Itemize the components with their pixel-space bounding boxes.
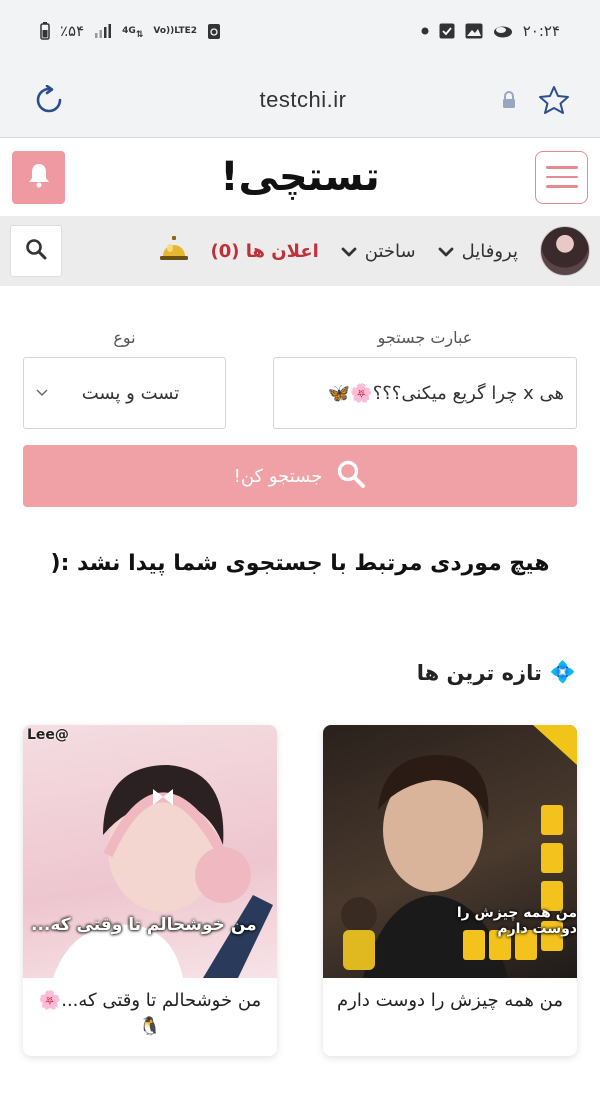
query-label: عبارت جستجو xyxy=(377,328,473,347)
query-field: عبارت جستجو هی x چرا گریع میکنی؟؟؟🌸🦋 xyxy=(273,328,577,429)
reload-icon[interactable] xyxy=(34,84,64,115)
image-caption: من خوشحالم تا وقتی که... xyxy=(31,915,257,935)
search-button[interactable] xyxy=(10,225,62,277)
search-input[interactable]: هی x چرا گریع میکنی؟؟؟🌸🦋 xyxy=(273,357,577,429)
volte-label: Vo)) xyxy=(153,25,175,36)
image-caption: من همه چیزش را دوست دارم xyxy=(456,905,577,937)
recycle-icon xyxy=(207,22,221,40)
fresh-title-label: تازه ترین ها xyxy=(416,660,542,685)
fresh-cards: من همه چیزش را دوست دارم من همه چیزش را … xyxy=(0,725,600,1056)
image-watermark: @Lee xyxy=(27,727,69,743)
bell-icon xyxy=(27,162,51,192)
chevron-down-icon xyxy=(341,241,357,262)
post-card-title: من خوشحالم تا وقتی که...🌸🐧 xyxy=(38,990,262,1037)
type-label: نوع xyxy=(113,328,136,347)
chevron-down-icon xyxy=(36,386,48,401)
search-form: عبارت جستجو هی x چرا گریع میکنی؟؟؟🌸🦋 نوع… xyxy=(0,286,600,576)
portrait-illustration xyxy=(341,725,577,978)
battery-percent: ٪۵۴ xyxy=(60,22,85,40)
diamond-icon: 💠 xyxy=(549,660,576,684)
signal-icon xyxy=(94,23,112,39)
menu-line xyxy=(545,175,578,179)
nav-notifications[interactable]: اعلان ها (0) xyxy=(211,241,319,262)
avatar[interactable] xyxy=(540,226,590,276)
post-card-image: @Lee من خوشحالم تا وقتی که... xyxy=(23,725,277,978)
nav-create-label: ساختن xyxy=(364,240,416,262)
lock-icon[interactable] xyxy=(502,90,516,109)
status-bar: ٪۵۴ 4G ⇅ Vo)) LTE2 ۲۰:۲۴ xyxy=(0,0,600,62)
nav-bar: اعلان ها (0) ساختن پروفایل xyxy=(0,216,600,286)
gallery-icon xyxy=(465,23,483,39)
hamburger-menu-button[interactable] xyxy=(535,150,588,204)
post-card-title: من همه چیزش را دوست دارم xyxy=(337,990,563,1011)
battery-icon xyxy=(40,22,50,40)
cloud-icon xyxy=(493,24,513,38)
search-submit-button[interactable]: جستجو کن! xyxy=(23,445,577,507)
fresh-section-title: 💠 تازه ترین ها xyxy=(0,660,600,685)
clock: ۲۰:۲۴ xyxy=(522,22,560,40)
nav-create[interactable]: ساختن xyxy=(341,241,416,262)
star-bookmark-icon[interactable] xyxy=(538,85,570,115)
post-card[interactable]: @Lee من خوشحالم تا وقتی که... من خوشحالم… xyxy=(23,725,277,1056)
search-icon xyxy=(336,459,366,494)
search-icon xyxy=(25,238,47,264)
type-select-value: تست و پست xyxy=(81,382,180,404)
post-card-image: من همه چیزش را دوست دارم xyxy=(323,725,577,978)
check-icon xyxy=(439,23,455,39)
nav-profile-label: پروفایل xyxy=(461,240,518,262)
menu-line xyxy=(545,166,578,169)
volte-indicator: Vo)) LTE2 xyxy=(153,25,198,36)
bell-service-icon xyxy=(159,236,189,266)
nav-profile[interactable]: پروفایل xyxy=(438,241,518,262)
dot-icon xyxy=(421,27,429,35)
search-submit-label: جستجو کن! xyxy=(233,465,323,487)
lte-label: LTE2 xyxy=(174,25,198,36)
chevron-down-icon xyxy=(438,241,454,262)
portrait-illustration xyxy=(53,765,273,978)
site-header: تستچی! xyxy=(0,138,600,216)
url-text[interactable]: testchi.ir xyxy=(260,87,347,113)
network-4g-label: 4G xyxy=(122,25,136,36)
browser-url-bar: testchi.ir xyxy=(0,62,600,138)
site-logo[interactable]: تستچی! xyxy=(220,154,381,200)
type-field: نوع تست و پست xyxy=(23,328,226,429)
menu-line xyxy=(545,185,578,188)
network-4g: 4G ⇅ xyxy=(122,25,144,40)
type-select[interactable]: تست و پست xyxy=(23,357,226,429)
nav-items: اعلان ها (0) ساختن پروفایل xyxy=(159,226,590,276)
notification-button[interactable] xyxy=(12,150,65,204)
empty-results-message: هیچ موردی مرتبط با جستجوی شما پیدا نشد :… xyxy=(50,551,550,576)
post-card[interactable]: من همه چیزش را دوست دارم من همه چیزش را … xyxy=(323,725,577,1056)
